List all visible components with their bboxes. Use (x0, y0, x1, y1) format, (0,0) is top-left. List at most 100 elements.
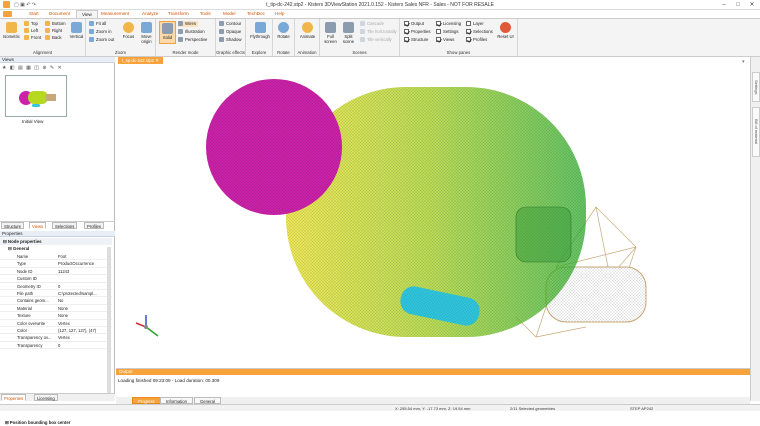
align-front-button[interactable]: Front (24, 35, 41, 41)
left-view-icon (24, 28, 29, 34)
focus-button[interactable]: Focus (120, 21, 137, 44)
property-row[interactable]: Custom ID (0, 275, 112, 283)
property-row[interactable]: Node ID 11243 (0, 268, 112, 276)
tab-techdoc[interactable]: TechDoc (242, 10, 270, 18)
close-button[interactable]: ✕ (746, 1, 758, 9)
tab-views[interactable]: Views (29, 222, 47, 229)
property-row[interactable]: Texture None (0, 312, 112, 320)
tab-settings-side[interactable]: Settings (752, 72, 760, 102)
reset-ui-button[interactable]: Reset UI (497, 21, 514, 44)
align-right-button[interactable]: Right (45, 28, 62, 34)
property-row[interactable]: Type ProductOccurrence (0, 260, 112, 268)
flythrough-icon (254, 22, 266, 33)
full-screen-button[interactable]: Full screen (322, 21, 339, 44)
status-bar: X: 255.54 mm, Y: -17.73 mm, Z: 19.54 mm … (0, 404, 760, 411)
vertical-icon (71, 22, 82, 33)
tab-progress[interactable]: Progress (132, 397, 161, 404)
property-row[interactable]: Transparency 0 (0, 342, 112, 350)
view-thumbnail-label: Initial View (22, 119, 44, 124)
opaque-button[interactable]: Opaque (219, 29, 241, 35)
contour-button[interactable]: Contour (219, 21, 241, 27)
sphere-shape[interactable] (206, 79, 342, 215)
tab-analyze[interactable]: Analyze (137, 10, 163, 18)
solid-button[interactable]: Solid (159, 21, 176, 44)
3d-viewport[interactable]: ▾ (116, 57, 750, 368)
output-checkbox[interactable]: Output (404, 21, 424, 27)
properties-checkbox[interactable]: Properties (404, 29, 431, 35)
group-explore: Flythrough Explore (246, 19, 273, 56)
view-thumbnail[interactable] (5, 75, 67, 117)
property-value: C:\protected\sampl... (58, 291, 97, 296)
property-row[interactable]: Contains geom... No (0, 297, 112, 305)
layer-checkbox[interactable]: Layer (466, 21, 484, 27)
wires-button[interactable]: Wires (178, 21, 198, 27)
property-row[interactable]: File path C:\protected\sampl... (0, 290, 112, 298)
tab-structure[interactable]: Structure (1, 222, 24, 229)
move-origin-button[interactable]: Move origin (138, 21, 155, 44)
model-render[interactable] (116, 57, 750, 368)
node-properties-section[interactable]: ⊟ Node properties (0, 238, 112, 245)
shadow-button[interactable]: Shadow (219, 37, 242, 43)
inner-cylinder-shape[interactable] (515, 206, 572, 263)
property-row[interactable]: Name Foot (0, 253, 112, 261)
views-toolbar[interactable]: ★ ◧ ▤ ▦ ◫ ⊕ ✎ ✕ (2, 65, 63, 71)
zoom-in-button[interactable]: Zoom in (89, 29, 112, 35)
cascade-button[interactable]: Cascade (360, 21, 384, 27)
align-back-button[interactable]: Back (45, 35, 62, 41)
flythrough-button[interactable]: Flythrough (250, 21, 270, 44)
property-row[interactable]: Color (127, 127, 127), (47) (0, 327, 112, 335)
thumbnail-model-icon (19, 91, 56, 107)
align-left-button[interactable]: Left (24, 28, 38, 34)
illustration-button[interactable]: Illustration (178, 29, 205, 35)
tab-general[interactable]: General (194, 397, 221, 404)
tab-start[interactable]: Start (24, 10, 44, 18)
viewport-menu-icon[interactable]: ▾ (742, 59, 745, 65)
settings-checkbox[interactable]: Settings (436, 29, 459, 35)
tab-bill-of-material[interactable]: Bill of material (752, 107, 760, 157)
solid-icon (162, 23, 173, 34)
tile-vertical-icon (360, 37, 365, 43)
tile-vertically-button[interactable]: Tile vertically (360, 37, 392, 43)
perspective-button[interactable]: Perspective (178, 37, 207, 43)
tile-horizontally-button[interactable]: Tile horizontally (360, 29, 397, 35)
tab-selections[interactable]: Selections (52, 222, 78, 229)
align-top-button[interactable]: Top (24, 21, 38, 27)
tab-help[interactable]: Help (270, 10, 289, 18)
tab-model[interactable]: Model (218, 10, 241, 18)
tab-properties[interactable]: Properties (1, 394, 27, 401)
file-menu-button[interactable] (3, 11, 12, 17)
tab-profiles[interactable]: Profiles (84, 222, 104, 229)
property-value: Foot (58, 254, 67, 259)
property-row[interactable]: Geometry ID 0 (0, 283, 112, 290)
isometric-button[interactable]: Isometric (3, 21, 20, 44)
properties-scrollbar[interactable] (107, 247, 111, 397)
minimize-button[interactable]: – (718, 1, 730, 9)
property-row[interactable]: Material None (0, 305, 112, 313)
selections-checkbox[interactable]: Selections (466, 29, 493, 35)
tab-view[interactable]: View (76, 10, 98, 18)
vertical-button[interactable]: Vertical (68, 21, 85, 44)
tab-transform[interactable]: Transform (163, 10, 194, 18)
structure-checkbox[interactable]: Structure (404, 37, 428, 43)
illustration-icon (178, 29, 183, 35)
tab-licensing[interactable]: Licensing (34, 394, 58, 401)
tab-information[interactable]: Information (160, 397, 193, 404)
document-tab[interactable]: t_tip-dc-242.stp2 ✕ (118, 57, 163, 64)
views-checkbox[interactable]: Views (436, 37, 454, 43)
fit-all-button[interactable]: Fit all (89, 21, 106, 27)
tab-document[interactable]: Document (44, 10, 75, 18)
tab-measurement[interactable]: Measurement (96, 10, 134, 18)
property-row[interactable]: Color overwrite Vertex (0, 320, 112, 327)
tab-tools[interactable]: Tools (195, 10, 216, 18)
animate-button[interactable]: Animate (299, 21, 316, 44)
split-scene-button[interactable]: Split scene (340, 21, 357, 44)
profiles-checkbox[interactable]: Profiles (466, 37, 487, 43)
zoom-out-button[interactable]: Zoom out (89, 37, 114, 43)
general-group[interactable]: ⊟ General (0, 245, 112, 252)
position-bbox-group[interactable]: ⊞ Position bounding box center (0, 419, 112, 426)
licensing-checkbox[interactable]: Licensing (436, 21, 461, 27)
align-bottom-button[interactable]: Bottom (45, 21, 66, 27)
maximize-button[interactable]: □ (732, 1, 744, 9)
property-row[interactable]: Transparency ov... Vertex (0, 334, 112, 342)
rotate-button[interactable]: Rotate (275, 21, 292, 44)
